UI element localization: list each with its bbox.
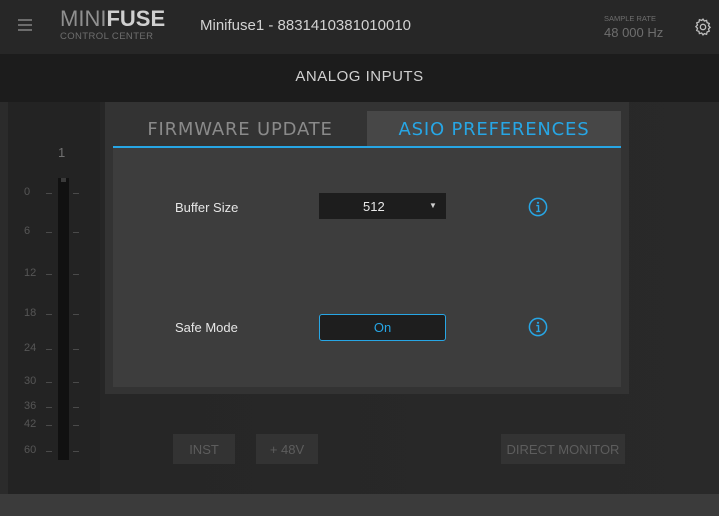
meter-scale-label: 0 (24, 186, 31, 198)
top-bar: MINIFUSE CONTROL CENTER Minifuse1 - 8831… (0, 0, 719, 54)
meter-tick (73, 349, 79, 350)
sample-rate-value: 48 000 Hz (604, 25, 664, 40)
app-logo: MINIFUSE CONTROL CENTER (60, 6, 166, 43)
level-meter (58, 178, 69, 460)
meter-tick (73, 425, 79, 426)
meter-scale-label: 36 (24, 400, 37, 412)
buffer-size-dropdown[interactable]: 512 ▼ (319, 193, 446, 219)
chevron-down-icon: ▼ (429, 201, 437, 210)
meter-tick (46, 382, 52, 383)
meter-tick (73, 451, 79, 452)
meter-tick (46, 407, 52, 408)
meter-tick (73, 382, 79, 383)
meter-tick (46, 232, 52, 233)
preferences-modal: FIRMWARE UPDATE ASIO PREFERENCES Buffer … (113, 111, 621, 387)
meter-tick (46, 274, 52, 275)
level-meter-peak (61, 178, 66, 182)
tab-firmware-update[interactable]: FIRMWARE UPDATE (113, 111, 367, 147)
phantom-power-button[interactable]: + 48V (256, 434, 318, 464)
logo-wordmark: MINIFUSE (60, 6, 166, 31)
section-header: ANALOG INPUTS (0, 54, 719, 102)
meter-tick (46, 314, 52, 315)
info-icon[interactable] (528, 317, 548, 337)
meter-tick (73, 193, 79, 194)
inst-button[interactable]: INST (173, 434, 235, 464)
meter-tick (73, 274, 79, 275)
meter-scale-label: 24 (24, 342, 37, 354)
meter-scale-label: 42 (24, 418, 37, 430)
info-icon[interactable] (528, 197, 548, 217)
meter-scale-label: 12 (24, 267, 37, 279)
meter-scale-label: 18 (24, 307, 37, 319)
section-title: ANALOG INPUTS (295, 68, 424, 85)
meter-scale-label: 6 (24, 225, 31, 237)
device-name: Minifuse1 - 8831410381010010 (200, 17, 412, 34)
meter-scale-label: 60 (24, 444, 37, 456)
meter-tick (73, 232, 79, 233)
meter-tick (46, 349, 52, 350)
meter-scale-label: 30 (24, 375, 37, 387)
logo-subtitle: CONTROL CENTER (60, 31, 154, 42)
safe-mode-toggle[interactable]: On (319, 314, 446, 341)
bottom-strip (0, 494, 719, 516)
channel-number: 1 (58, 145, 66, 160)
meter-tick (73, 407, 79, 408)
meter-tick (46, 425, 52, 426)
tab-asio-preferences[interactable]: ASIO PREFERENCES (367, 111, 621, 147)
gear-icon[interactable] (693, 17, 713, 37)
direct-monitor-button[interactable]: DIRECT MONITOR (501, 434, 625, 464)
sample-rate-label: SAMPLE RATE (604, 14, 656, 23)
meter-tick (46, 193, 52, 194)
buffer-size-value: 512 (363, 199, 385, 214)
tab-underline (113, 146, 621, 148)
meter-tick (46, 451, 52, 452)
hamburger-menu-icon[interactable] (18, 19, 32, 31)
safe-mode-label: Safe Mode (175, 320, 238, 335)
meter-tick (73, 314, 79, 315)
buffer-size-label: Buffer Size (175, 200, 239, 215)
